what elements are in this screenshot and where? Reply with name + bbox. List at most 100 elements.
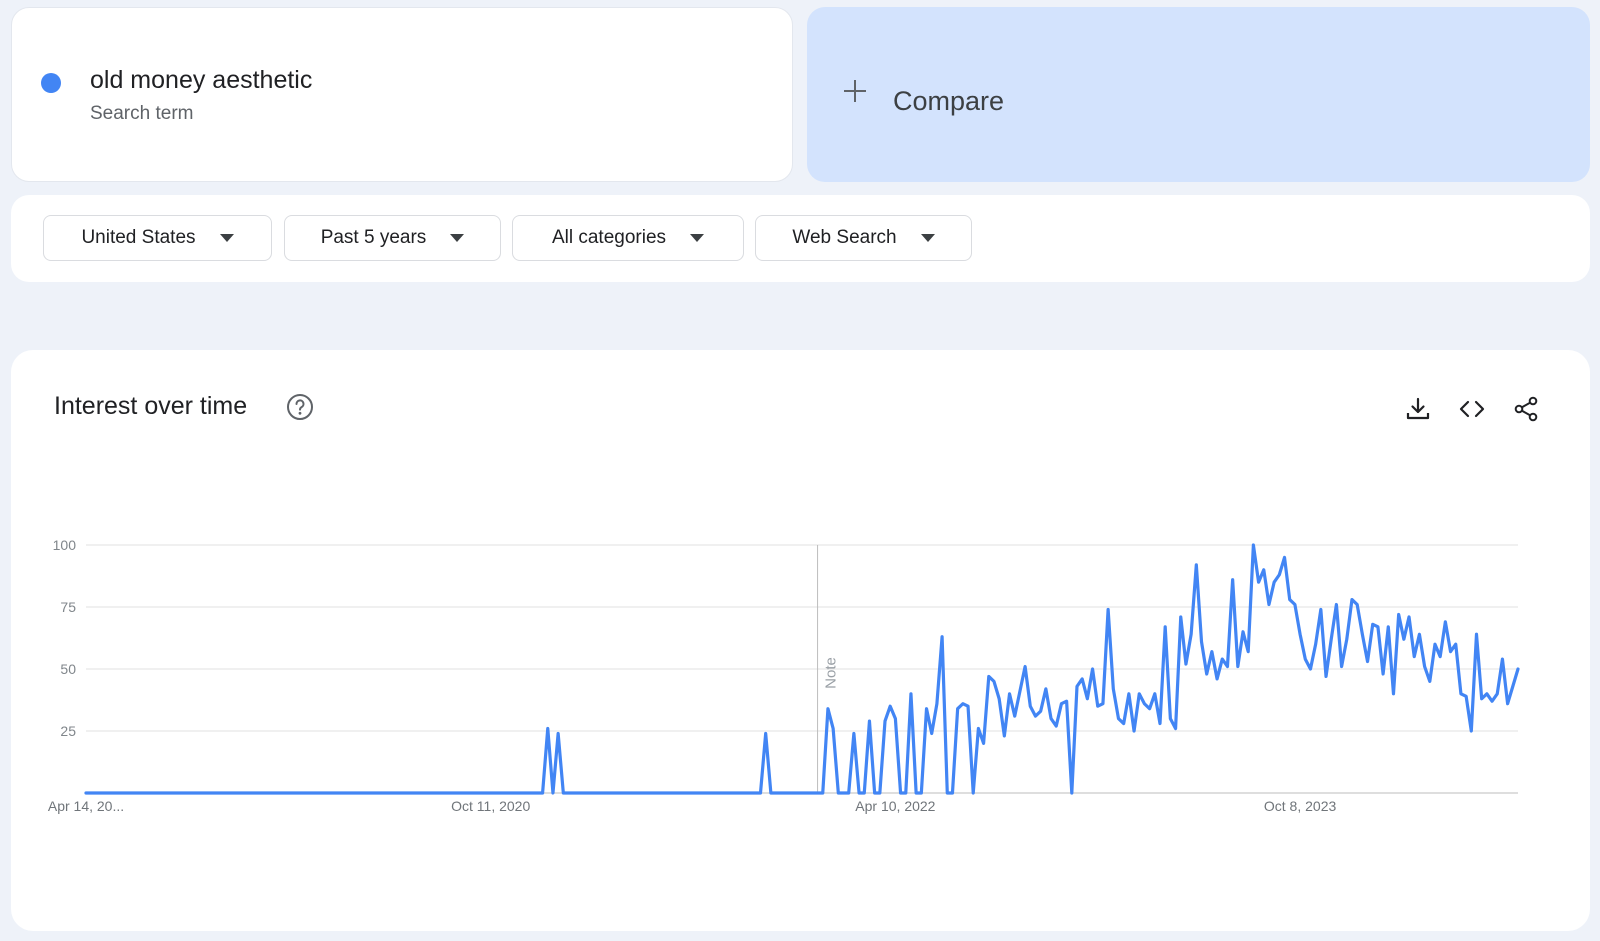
data-point[interactable]	[758, 791, 762, 795]
data-point[interactable]	[686, 791, 690, 795]
data-point[interactable]	[867, 719, 871, 723]
data-point[interactable]	[1366, 660, 1370, 664]
data-point[interactable]	[286, 791, 290, 795]
data-point[interactable]	[629, 791, 633, 795]
data-point[interactable]	[271, 791, 275, 795]
data-point[interactable]	[878, 791, 882, 795]
data-point[interactable]	[1028, 704, 1032, 708]
data-point[interactable]	[925, 707, 929, 711]
data-point[interactable]	[1127, 692, 1131, 696]
data-point[interactable]	[312, 791, 316, 795]
data-point[interactable]	[1251, 543, 1255, 547]
data-point[interactable]	[1013, 714, 1017, 718]
data-point[interactable]	[1225, 665, 1229, 669]
data-point[interactable]	[743, 791, 747, 795]
data-point[interactable]	[1200, 640, 1204, 644]
compare-button[interactable]: Compare	[807, 7, 1590, 182]
data-point[interactable]	[982, 741, 986, 745]
data-point[interactable]	[468, 791, 472, 795]
data-point[interactable]	[302, 791, 306, 795]
data-point[interactable]	[1360, 632, 1364, 636]
data-point[interactable]	[416, 791, 420, 795]
data-point[interactable]	[1122, 722, 1126, 726]
data-point[interactable]	[971, 791, 975, 795]
data-point[interactable]	[307, 791, 311, 795]
region-filter-dropdown[interactable]: United States	[43, 215, 272, 261]
data-point[interactable]	[369, 791, 373, 795]
data-point[interactable]	[442, 791, 446, 795]
data-point[interactable]	[395, 791, 399, 795]
data-point[interactable]	[234, 791, 238, 795]
data-point[interactable]	[904, 791, 908, 795]
data-point[interactable]	[733, 791, 737, 795]
data-point[interactable]	[1272, 580, 1276, 584]
data-point[interactable]	[660, 791, 664, 795]
data-point[interactable]	[608, 791, 612, 795]
data-point[interactable]	[1137, 692, 1141, 696]
data-point[interactable]	[126, 791, 130, 795]
data-point[interactable]	[556, 731, 560, 735]
data-point[interactable]	[945, 791, 949, 795]
data-point[interactable]	[976, 727, 980, 731]
data-point[interactable]	[546, 727, 550, 731]
data-point[interactable]	[1163, 625, 1167, 629]
data-point[interactable]	[162, 791, 166, 795]
data-point[interactable]	[836, 791, 840, 795]
data-point[interactable]	[1381, 672, 1385, 676]
data-point[interactable]	[1397, 612, 1401, 616]
search-type-filter-dropdown[interactable]: Web Search	[755, 215, 972, 261]
data-point[interactable]	[1490, 699, 1494, 703]
data-point[interactable]	[359, 791, 363, 795]
data-point[interactable]	[1283, 555, 1287, 559]
data-point[interactable]	[919, 791, 923, 795]
data-point[interactable]	[1500, 657, 1504, 661]
data-point[interactable]	[447, 791, 451, 795]
data-point[interactable]	[375, 791, 379, 795]
data-point[interactable]	[120, 791, 124, 795]
data-point[interactable]	[432, 791, 436, 795]
data-point[interactable]	[961, 702, 965, 706]
data-point[interactable]	[587, 791, 591, 795]
data-point[interactable]	[1220, 657, 1224, 661]
data-point[interactable]	[753, 791, 757, 795]
data-point[interactable]	[317, 791, 321, 795]
data-point[interactable]	[1506, 702, 1510, 706]
data-point[interactable]	[452, 791, 456, 795]
data-point[interactable]	[987, 674, 991, 678]
data-point[interactable]	[784, 791, 788, 795]
data-point[interactable]	[489, 791, 493, 795]
data-point[interactable]	[136, 791, 140, 795]
data-point[interactable]	[1054, 724, 1058, 728]
data-point[interactable]	[1412, 655, 1416, 659]
data-point[interactable]	[1324, 674, 1328, 678]
data-point[interactable]	[343, 791, 347, 795]
data-point[interactable]	[349, 791, 353, 795]
data-point[interactable]	[644, 791, 648, 795]
data-point[interactable]	[240, 791, 244, 795]
data-point[interactable]	[821, 791, 825, 795]
search-term-card[interactable]: old money aesthetic Search term	[11, 7, 793, 182]
data-point[interactable]	[1184, 662, 1188, 666]
data-point[interactable]	[738, 791, 742, 795]
data-point[interactable]	[1246, 650, 1250, 654]
search-term-name[interactable]: old money aesthetic	[90, 66, 312, 95]
data-point[interactable]	[100, 791, 104, 795]
data-point[interactable]	[1033, 714, 1037, 718]
data-point[interactable]	[909, 692, 913, 696]
data-point[interactable]	[1008, 692, 1012, 696]
data-point[interactable]	[888, 704, 892, 708]
data-point[interactable]	[748, 791, 752, 795]
data-point[interactable]	[478, 791, 482, 795]
data-point[interactable]	[551, 791, 555, 795]
data-point[interactable]	[795, 791, 799, 795]
data-point[interactable]	[281, 791, 285, 795]
data-point[interactable]	[224, 791, 228, 795]
data-point[interactable]	[603, 791, 607, 795]
data-point[interactable]	[458, 791, 462, 795]
data-point[interactable]	[701, 791, 705, 795]
data-point[interactable]	[463, 791, 467, 795]
data-point[interactable]	[400, 791, 404, 795]
data-point[interactable]	[800, 791, 804, 795]
data-point[interactable]	[1231, 578, 1235, 582]
data-point[interactable]	[816, 791, 820, 795]
